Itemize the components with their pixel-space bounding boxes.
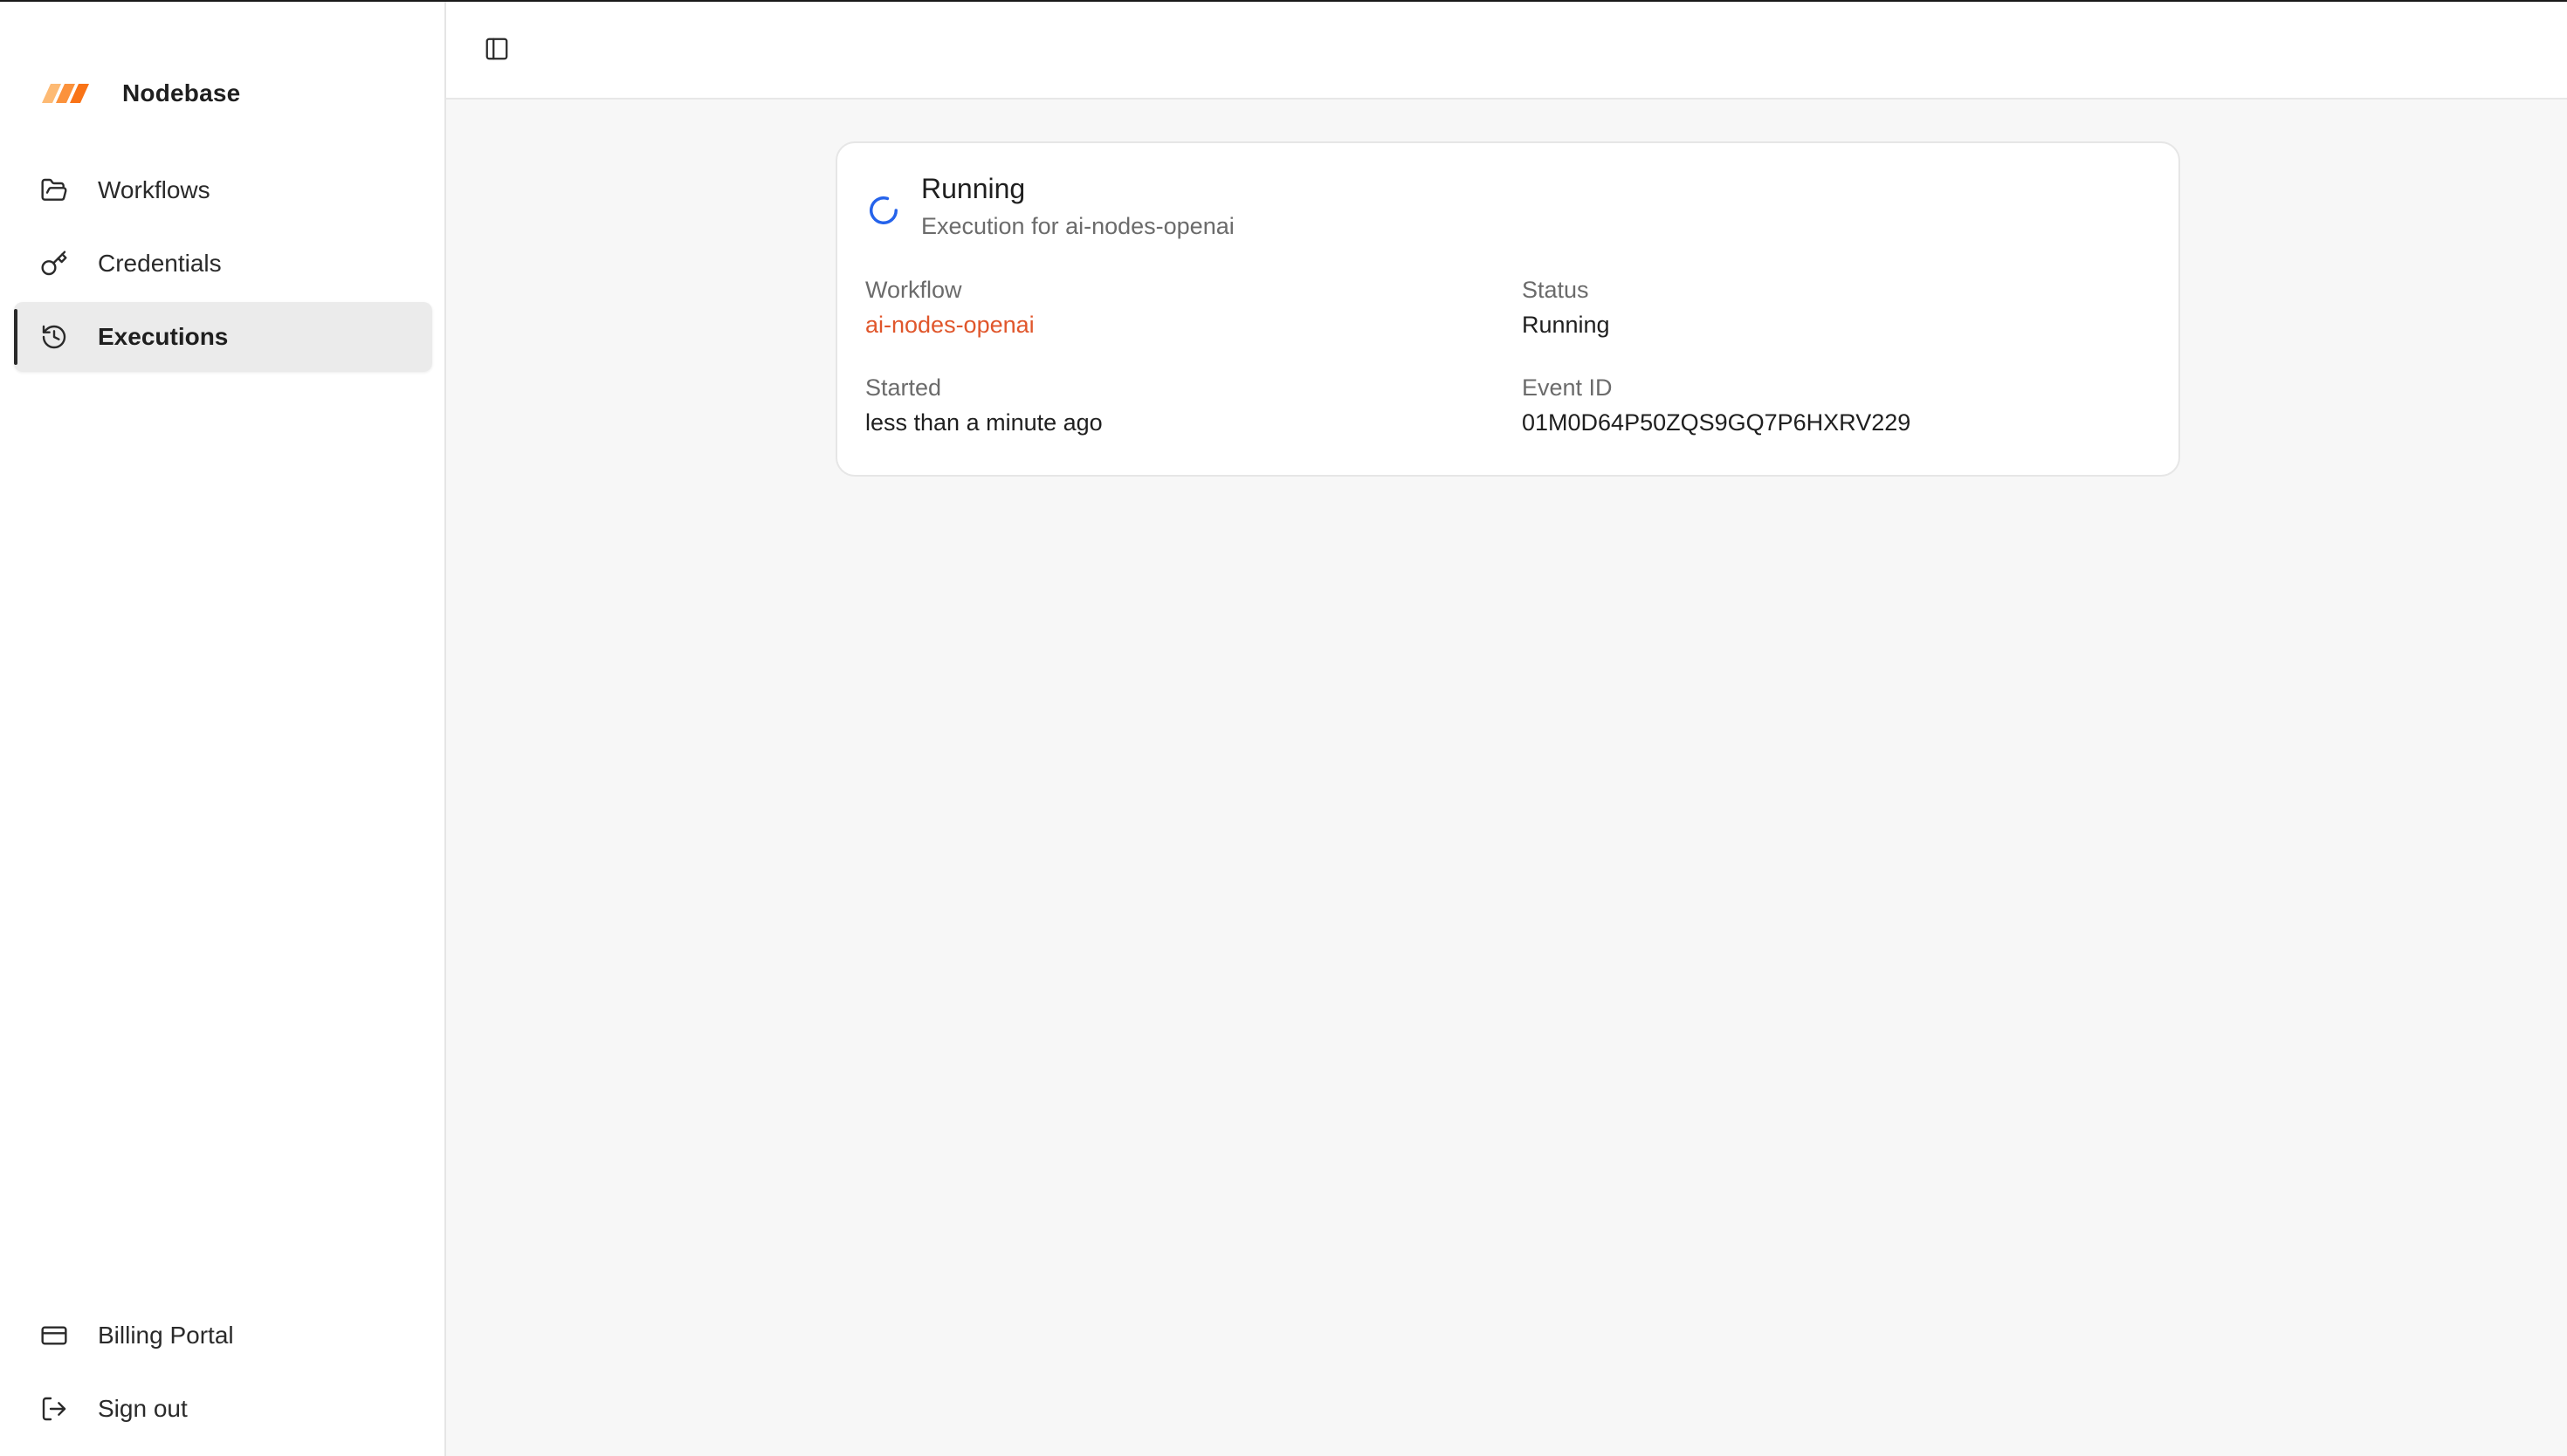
log-out-icon [40,1395,68,1423]
started-value: less than a minute ago [865,409,1103,436]
status-label: Status [1522,277,1589,303]
sidebar-footer-nav: Billing Portal Sign out [14,1301,432,1447]
sidebar-item-credentials[interactable]: Credentials [14,229,432,299]
top-bar [446,2,2567,100]
sidebar-item-sign-out[interactable]: Sign out [14,1374,432,1444]
nodebase-logo-icon [42,84,89,103]
spinner-icon [870,196,898,224]
sidebar-toggle-button[interactable] [481,33,513,65]
event-id-label: Event ID [1522,374,1613,401]
status-value: Running [1522,312,1610,338]
workflow-link[interactable]: ai-nodes-openai [865,307,1035,342]
sidebar: Nodebase Workflows Credentials Execution… [0,2,446,1456]
execution-card: Running Execution for ai-nodes-openai Wo… [836,141,2180,477]
execution-title: Running [921,173,1026,204]
brand[interactable]: Nodebase [42,75,240,112]
key-icon [40,250,68,278]
execution-subtitle: Execution for ai-nodes-openai [921,213,1235,239]
brand-name: Nodebase [122,79,241,106]
history-icon [40,323,68,351]
sidebar-item-workflows[interactable]: Workflows [14,155,432,225]
panel-left-icon [485,38,508,60]
sidebar-item-executions[interactable]: Executions [14,302,432,372]
sidebar-item-billing-portal[interactable]: Billing Portal [14,1301,432,1370]
sidebar-item-label: Workflows [98,176,210,203]
event-id-field: Event ID 01M0D64P50ZQS9GQ7P6HXRV229 [1522,372,1910,440]
sidebar-item-label: Executions [98,323,229,350]
workflow-label: Workflow [865,277,962,303]
event-id-value: 01M0D64P50ZQS9GQ7P6HXRV229 [1522,409,1911,436]
sidebar-item-label: Sign out [98,1395,188,1422]
app-window: Nodebase Workflows Credentials Execution… [0,0,2567,1456]
started-label: Started [865,374,942,401]
folder-open-icon [40,176,68,204]
status-field: Status Running [1522,274,1610,342]
main-content: Running Execution for ai-nodes-openai Wo… [446,100,2567,1456]
sidebar-nav: Workflows Credentials Executions [14,155,432,375]
sidebar-item-label: Credentials [98,250,222,277]
credit-card-icon [40,1322,68,1350]
workflow-field: Workflow ai-nodes-openai [865,274,1035,342]
sidebar-item-label: Billing Portal [98,1322,234,1349]
started-field: Started less than a minute ago [865,372,1103,440]
